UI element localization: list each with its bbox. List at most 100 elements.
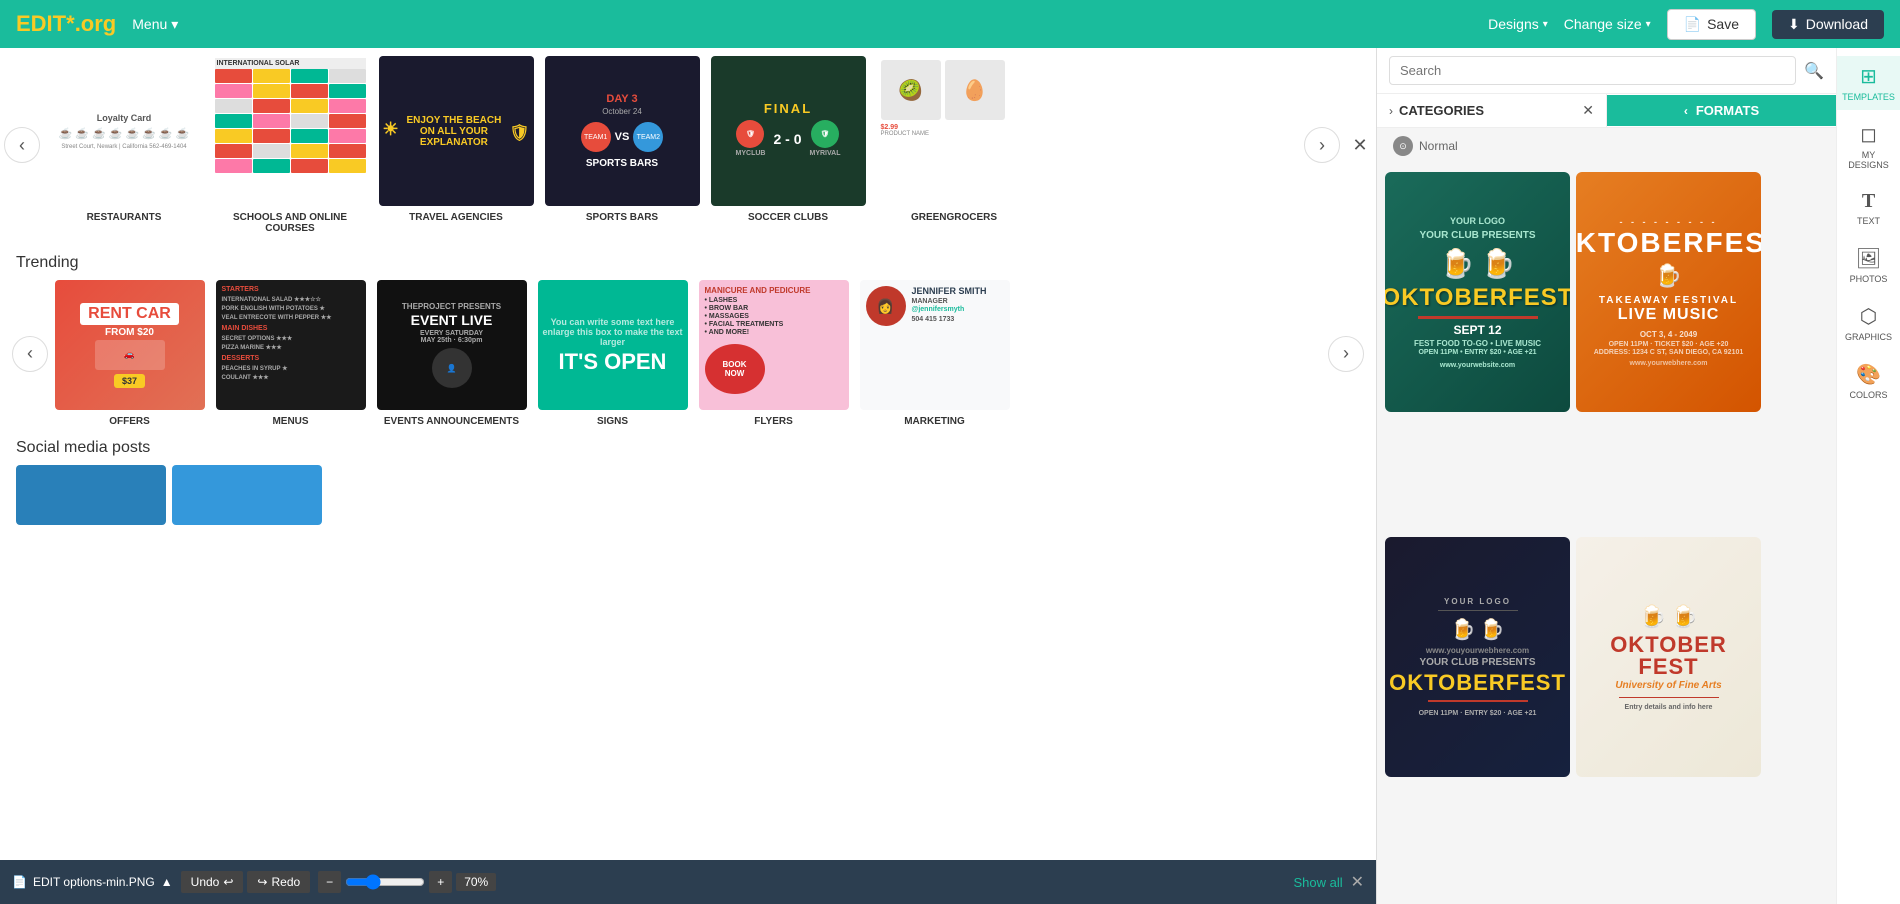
zoom-value: 70% xyxy=(456,873,496,891)
logo: EDIT*.org xyxy=(16,11,116,37)
trending-next-button[interactable]: › xyxy=(1328,336,1364,372)
menu-button[interactable]: Menu ▾ xyxy=(132,16,178,33)
change-size-button[interactable]: Change size ▾ xyxy=(1564,16,1651,32)
logo-org: .org xyxy=(75,11,117,36)
main-layout: ‹ Loyalty Card ☕☕☕ ☕☕☕ ☕☕ Street Court, … xyxy=(0,48,1900,904)
trend-offers[interactable]: RENT CAR FROM $20 🚗 $37 OFFERS xyxy=(52,280,207,427)
photos-icon: 🖼 xyxy=(1856,246,1881,271)
filter-categories-button[interactable]: › CATEGORIES ✕ xyxy=(1377,94,1607,127)
template-card-okt2[interactable]: - - - - - - - - - OKTOBERFEST 🍺 TAKEAWAY… xyxy=(1576,172,1761,412)
normal-badge: ⊙ xyxy=(1393,136,1413,156)
file-name: EDIT options-min.PNG xyxy=(33,875,155,889)
category-travel-label: TRAVEL AGENCIES xyxy=(409,212,503,223)
category-soccer[interactable]: FINAL 🛡 MYCLUB 2 - 0 🛡 MYRIVAL xyxy=(708,56,868,234)
filter-formats-button[interactable]: ‹ FORMATS xyxy=(1607,95,1836,126)
download-button[interactable]: ⬇ Download xyxy=(1772,10,1884,39)
sidebar-item-templates-label: TEMPLATES xyxy=(1842,92,1895,102)
trend-marketing[interactable]: 👩 JENNIFER SMITH MANAGER @jennifersmyth … xyxy=(857,280,1012,427)
graphics-icon: ⬡ xyxy=(1860,304,1877,329)
trend-menus[interactable]: STARTERS INTERNATIONAL SALAD ★★★☆☆ PORK … xyxy=(213,280,368,427)
sidebar-item-graphics[interactable]: ⬡ GRAPHICS xyxy=(1837,296,1900,350)
search-input[interactable] xyxy=(1389,56,1796,85)
search-icon[interactable]: 🔍 xyxy=(1804,61,1824,81)
topbar: EDIT*.org Menu ▾ Designs ▾ Change size ▾… xyxy=(0,0,1900,48)
category-items: Loyalty Card ☕☕☕ ☕☕☕ ☕☕ Street Court, Ne… xyxy=(44,56,1300,234)
bottom-file-info: 📄 EDIT options-min.PNG ▲ xyxy=(12,875,173,889)
strip-prev-button[interactable]: ‹ xyxy=(4,127,40,163)
social-thumb-2[interactable] xyxy=(172,465,322,525)
undo-button[interactable]: Undo ↩ xyxy=(181,871,244,893)
trend-flyers-image: MANICURE AND PEDICURE • LASHES • BROW BA… xyxy=(699,280,849,410)
sidebar-item-graphics-label: GRAPHICS xyxy=(1845,332,1892,342)
trend-events-label: EVENTS ANNOUNCEMENTS xyxy=(384,416,519,427)
trending-strip: ‹ RENT CAR FROM $20 🚗 $37 OFFERS xyxy=(0,280,1376,427)
filter-categories-label: CATEGORIES xyxy=(1399,103,1484,118)
redo-button[interactable]: ↪ Redo xyxy=(247,871,310,893)
category-sports[interactable]: DAY 3 October 24 TEAM1 VS TEAM2 SPORTS B… xyxy=(542,56,702,234)
filter-categories-clear[interactable]: ✕ xyxy=(1582,102,1594,119)
sidebar-item-colors[interactable]: 🎨 COLORS xyxy=(1837,354,1900,408)
category-sports-label: SPORTS BARS xyxy=(586,212,658,223)
category-restaurants-image: Loyalty Card ☕☕☕ ☕☕☕ ☕☕ Street Court, Ne… xyxy=(47,56,202,206)
trend-marketing-label: MARKETING xyxy=(904,416,965,427)
search-row: 🔍 xyxy=(1377,48,1836,94)
show-all-button[interactable]: Show all xyxy=(1293,875,1342,890)
category-schools-label: SCHOOLS AND ONLINE COURSES xyxy=(210,212,370,234)
template-grid: YOUR LOGO YOUR CLUB PRESENTS 🍺 🍺 OKTOBER… xyxy=(1377,164,1836,904)
logo-edit: EDIT xyxy=(16,11,66,36)
trend-flyers-label: FLYERS xyxy=(754,416,793,427)
zoom-out-button[interactable]: − xyxy=(318,871,341,893)
template-card-okt3[interactable]: YOUR LOGO 🍺 🍺 www.youyourwebhere.com YOU… xyxy=(1385,537,1570,777)
trend-offers-image: RENT CAR FROM $20 🚗 $37 xyxy=(55,280,205,410)
trending-prev-button[interactable]: ‹ xyxy=(12,336,48,372)
right-panel: 🔍 › CATEGORIES ✕ ‹ FORMATS ⊙ Normal xyxy=(1376,48,1836,904)
trend-signs-image: You can write some text here enlarge thi… xyxy=(538,280,688,410)
bottom-bar: 📄 EDIT options-min.PNG ▲ Undo ↩ ↪ Redo −… xyxy=(0,860,1376,904)
trend-events[interactable]: THEPROJECT PRESENTS EVENT LIVE EVERY SAT… xyxy=(374,280,529,427)
trend-events-image: THEPROJECT PRESENTS EVENT LIVE EVERY SAT… xyxy=(377,280,527,410)
trend-signs[interactable]: You can write some text here enlarge thi… xyxy=(535,280,690,427)
category-soccer-image: FINAL 🛡 MYCLUB 2 - 0 🛡 MYRIVAL xyxy=(711,56,866,206)
template-card-okt1[interactable]: YOUR LOGO YOUR CLUB PRESENTS 🍺 🍺 OKTOBER… xyxy=(1385,172,1570,412)
category-travel[interactable]: ☀ ENJOY THE BEACH ON ALL YOUR EXPLANATOR… xyxy=(376,56,536,234)
strip-close-button[interactable]: ✕ xyxy=(1344,129,1376,161)
trend-marketing-image: 👩 JENNIFER SMITH MANAGER @jennifersmyth … xyxy=(860,280,1010,410)
category-restaurants-label: RESTAURANTS xyxy=(87,212,162,223)
undo-redo-group: Undo ↩ ↪ Redo xyxy=(181,871,311,893)
zoom-in-button[interactable]: + xyxy=(429,871,452,893)
my-designs-icon: ◻ xyxy=(1860,122,1877,147)
templates-icon: ⊞ xyxy=(1860,64,1877,89)
sidebar-item-my-designs[interactable]: ◻ MY DESIGNS xyxy=(1837,114,1900,178)
filter-row: › CATEGORIES ✕ ‹ FORMATS xyxy=(1377,94,1836,128)
category-strip: ‹ Loyalty Card ☕☕☕ ☕☕☕ ☕☕ Street Court, … xyxy=(0,48,1376,242)
trend-signs-label: SIGNS xyxy=(597,416,628,427)
designs-button[interactable]: Designs ▾ xyxy=(1488,16,1548,32)
category-greengrocers[interactable]: 🥝 🥚 $2.99 PRODUCT NAME GREENGROCERS xyxy=(874,56,1034,234)
normal-label: Normal xyxy=(1419,139,1458,153)
templates-normal-row: ⊙ Normal xyxy=(1377,128,1836,164)
left-panel: ‹ Loyalty Card ☕☕☕ ☕☕☕ ☕☕ Street Court, … xyxy=(0,48,1376,904)
sidebar-item-text[interactable]: T TEXT xyxy=(1837,182,1900,234)
save-button[interactable]: 📄 Save xyxy=(1667,9,1756,40)
template-card-okt4[interactable]: 🍺 🍺 OKTOBER FEST University of Fine Arts… xyxy=(1576,537,1761,777)
trend-flyers[interactable]: MANICURE AND PEDICURE • LASHES • BROW BA… xyxy=(696,280,851,427)
social-title: Social media posts xyxy=(16,439,1360,457)
social-thumb-1[interactable] xyxy=(16,465,166,525)
sidebar-item-photos[interactable]: 🖼 PHOTOS xyxy=(1837,238,1900,292)
text-icon: T xyxy=(1862,190,1875,213)
category-schools-image: INTERNATIONAL SOLAR xyxy=(213,56,368,206)
category-soccer-label: SOCCER CLUBS xyxy=(748,212,828,223)
zoom-slider[interactable] xyxy=(345,874,425,890)
side-icons: ⊞ TEMPLATES ◻ MY DESIGNS T TEXT 🖼 PHOTOS… xyxy=(1836,48,1900,904)
strip-next-button[interactable]: › xyxy=(1304,127,1340,163)
sidebar-item-templates[interactable]: ⊞ TEMPLATES xyxy=(1837,56,1900,110)
sidebar-item-photos-label: PHOTOS xyxy=(1850,274,1888,284)
sidebar-item-colors-label: COLORS xyxy=(1849,390,1887,400)
category-greengrocers-image: 🥝 🥚 $2.99 PRODUCT NAME xyxy=(877,56,1032,206)
bottom-close-button[interactable]: ✕ xyxy=(1351,872,1364,892)
category-restaurants[interactable]: Loyalty Card ☕☕☕ ☕☕☕ ☕☕ Street Court, Ne… xyxy=(44,56,204,234)
colors-icon: 🎨 xyxy=(1856,362,1881,387)
category-schools[interactable]: INTERNATIONAL SOLAR SCHOOLS AND ONLINE C… xyxy=(210,56,370,234)
trend-items: RENT CAR FROM $20 🚗 $37 OFFERS STARTERS … xyxy=(52,280,1324,427)
sidebar-item-text-label: TEXT xyxy=(1857,216,1880,226)
